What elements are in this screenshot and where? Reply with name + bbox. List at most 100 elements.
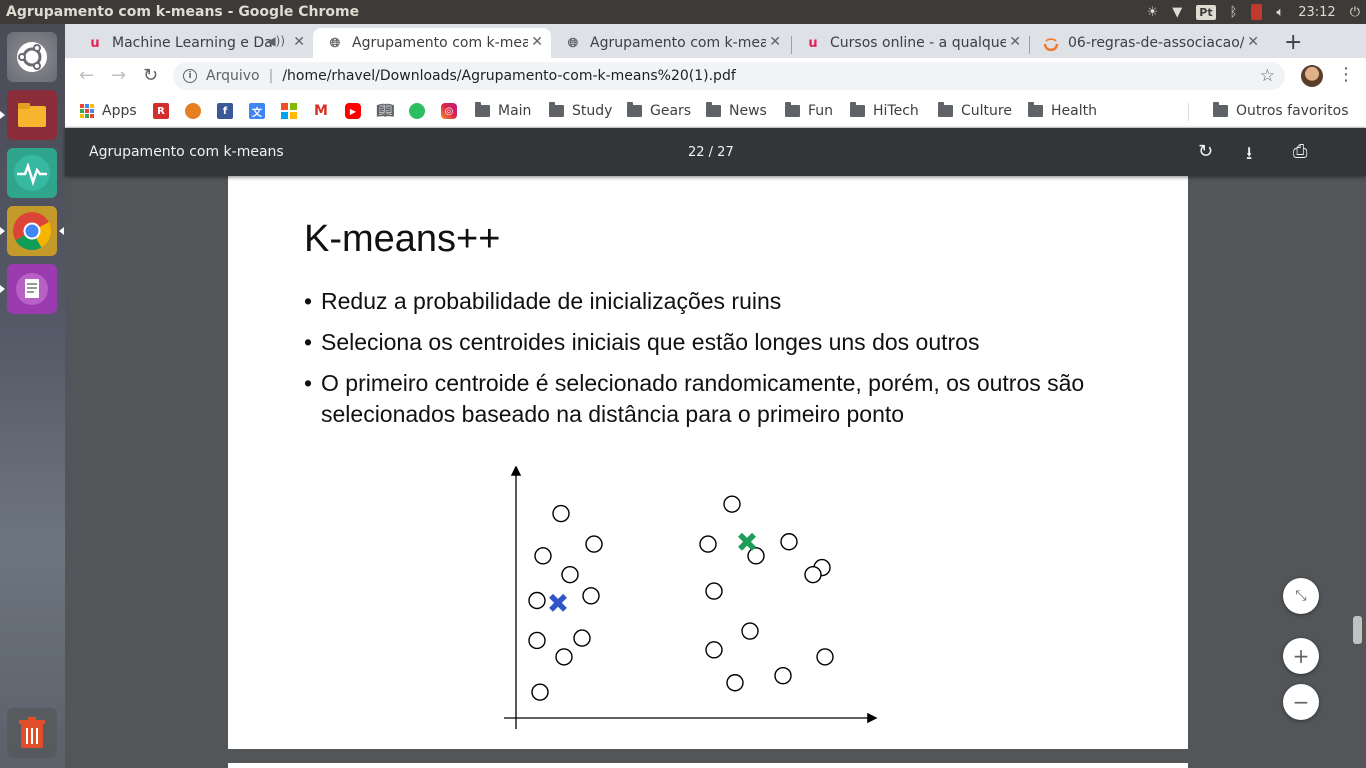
evernote-icon [409,103,425,119]
pdf-viewport[interactable]: K-means++ Reduz a probabilidade de inici… [65,176,1366,768]
bookmarks-divider [1188,103,1189,121]
globe-icon: 🌐︎ [567,35,579,51]
bookmark-folder-hitech[interactable]: HiTech [850,101,919,121]
bookmark-facebook[interactable]: f [217,101,239,121]
bookmark-folder-fun[interactable]: Fun [785,101,833,121]
text-editor-launcher[interactable] [0,264,57,314]
folder-icon [850,102,865,117]
bookmark-star-icon[interactable]: ☆ [1260,66,1275,86]
bookmark-brain[interactable] [185,101,207,121]
close-tab-icon[interactable]: ✕ [531,34,543,50]
wifi-icon[interactable]: ▼ [1172,5,1182,20]
plot-marks [528,495,834,701]
menu-dots-icon[interactable]: ⋮ [1337,64,1355,85]
bookmark-translate[interactable]: 文 [249,101,271,121]
address-bar[interactable]: i Arquivo | /home/rhavel/Downloads/Agrup… [173,62,1285,90]
tab-title: Machine Learning e Da [112,35,273,51]
pulse-icon [14,155,50,191]
bookmark-gmail[interactable]: M [313,101,335,121]
dash-button[interactable] [7,32,57,82]
apps-grid-icon [80,104,94,118]
udemy-icon: u [808,35,818,51]
files-launcher[interactable] [0,90,57,140]
bookmark-apps[interactable]: Apps [80,101,137,121]
reload-icon[interactable]: ↻ [143,65,158,86]
bookmark-label: Health [1051,103,1097,119]
bookmark-r[interactable]: R [153,101,175,121]
page-indicator[interactable]: 22 / 27 [688,145,734,160]
keyboard-layout-indicator[interactable]: Pt [1196,4,1216,20]
brightness-icon[interactable]: ☀ [1147,5,1159,20]
bookmark-microsoft[interactable] [281,101,303,121]
data-point [534,547,552,565]
bullet-item: Seleciona os centroides iniciais que est… [304,327,1124,358]
bookmarks-bar: Apps R f 文 M ▶ 📖︎ ◎ Main Study Gears New… [65,94,1366,128]
zoom-in-button[interactable]: + [1283,638,1319,674]
close-tab-icon[interactable]: ✕ [293,34,305,50]
volume-icon[interactable]: 🔈︎ [1276,5,1284,20]
fit-to-page-button[interactable]: ⤡ [1283,578,1319,614]
tab-machine-learning[interactable]: u Machine Learning e Da ◀)) ✕ [73,28,313,58]
system-tray: ☀ ▼ Pt ᛒ 🔈︎ 23:12 ⏻ [1147,0,1360,24]
print-icon[interactable]: ⎙ [1293,141,1307,162]
back-arrow-icon[interactable]: ← [79,65,94,86]
zoom-out-button[interactable]: − [1283,684,1319,720]
bookmark-folder-main[interactable]: Main [475,101,531,121]
bookmark-reader[interactable]: 📖︎ [376,101,399,121]
gmail-icon: M [313,103,329,119]
close-tab-icon[interactable]: ✕ [1247,34,1259,50]
tab-agrupamento[interactable]: 🌐︎ Agrupamento com k-mea ✕ [551,28,789,58]
bookmark-folder-news[interactable]: News [706,101,767,121]
trash-launcher[interactable] [7,708,57,758]
close-tab-icon[interactable]: ✕ [769,34,781,50]
tab-agrupamento-active[interactable]: 🌐︎ Agrupamento com k-mea ✕ [313,28,551,58]
rotate-icon[interactable]: ↻ [1198,141,1213,162]
ubuntu-icon [17,42,47,72]
bookmark-folder-health[interactable]: Health [1028,101,1097,121]
clock[interactable]: 23:12 [1298,5,1335,20]
chrome-launcher[interactable] [0,206,64,256]
url-text[interactable]: /home/rhavel/Downloads/Agrupamento-com-k… [282,68,735,84]
profile-avatar[interactable] [1301,65,1323,87]
pdf-page: K-means++ Reduz a probabilidade de inici… [228,176,1188,749]
bookmark-youtube[interactable]: ▶ [345,101,367,121]
trash-icon [19,717,45,748]
bullet-item: Reduz a probabilidade de inicializações … [304,286,1124,317]
power-icon[interactable]: ⏻ [1350,5,1360,20]
fit-page-icon: ⤡ [1295,588,1307,604]
bookmark-folder-culture[interactable]: Culture [938,101,1012,121]
browser-toolbar: ← → ↻ i Arquivo | /home/rhavel/Downloads… [65,58,1366,94]
minus-icon: − [1292,690,1310,714]
bookmark-evernote[interactable] [409,101,431,121]
focused-indicator [59,227,64,235]
translate-icon: 文 [249,103,265,119]
forward-arrow-icon[interactable]: → [111,65,126,86]
data-point [573,629,591,647]
tab-strip: u Machine Learning e Da ◀)) ✕ 🌐︎ Agrupam… [65,24,1366,58]
tab-cursos-online[interactable]: u Cursos online - a qualquer ✕ [791,28,1029,58]
bookmark-instagram[interactable]: ◎ [441,101,463,121]
bluetooth-icon[interactable]: ᛒ [1230,5,1238,20]
system-monitor-launcher[interactable] [7,148,57,198]
bookmark-label: Outros favoritos [1236,103,1349,119]
tab-title: Cursos online - a qualquer [830,35,1006,51]
bookmark-other-favorites[interactable]: Outros favoritos [1213,101,1349,121]
info-icon[interactable]: i [183,69,197,83]
bookmark-folder-study[interactable]: Study [549,101,612,121]
security-label: Arquivo [206,68,260,84]
download-icon[interactable]: ⭳ [1246,141,1252,171]
folder-icon [938,102,953,117]
close-tab-icon[interactable]: ✕ [1009,34,1021,50]
folder-icon [627,102,642,117]
bookmark-label: Culture [961,103,1012,119]
folder-icon [706,102,721,117]
bookmark-folder-gears[interactable]: Gears [627,101,691,121]
bookmark-label: News [729,103,767,119]
launcher [0,24,65,768]
running-indicator [0,111,5,119]
battery-icon[interactable] [1251,4,1263,20]
audio-playing-icon[interactable]: ◀)) [266,34,285,48]
new-tab-button[interactable]: + [1284,30,1302,55]
tab-regras-associacao[interactable]: 06-regras-de-associacao/ ✕ [1029,28,1267,58]
scrollbar-thumb[interactable] [1353,616,1362,644]
